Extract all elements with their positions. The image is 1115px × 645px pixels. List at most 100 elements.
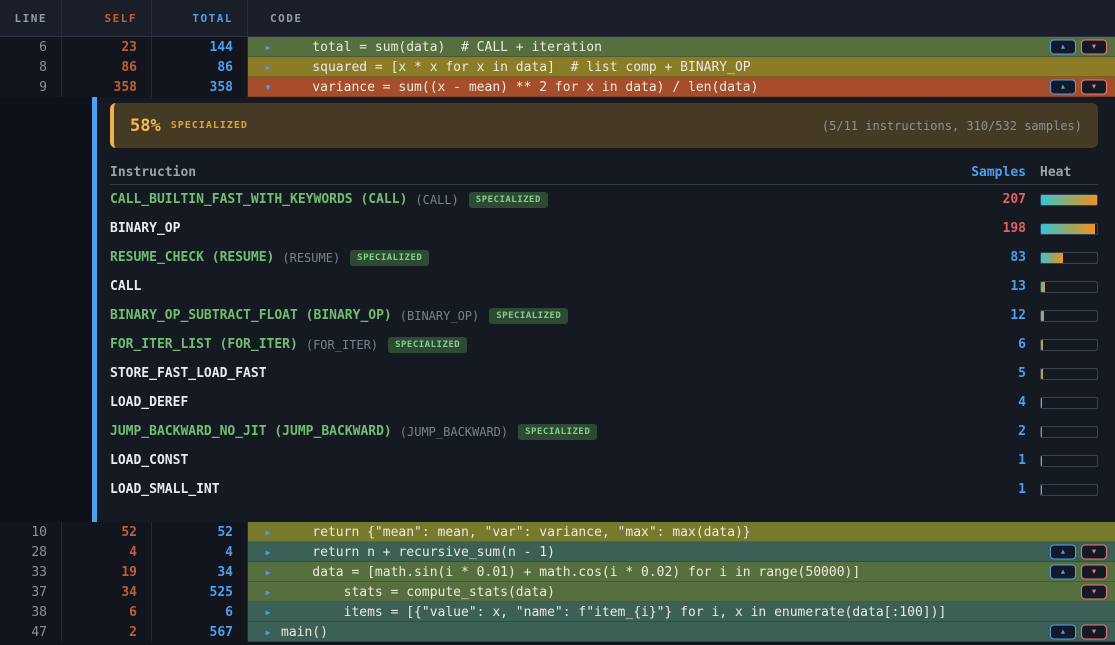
- code-text: items = [{"value": x, "name": f"item_{i}…: [281, 605, 946, 620]
- instruction-row: LOAD_CONST1: [110, 446, 1098, 475]
- sample-count: 6: [946, 337, 1026, 352]
- column-header-self[interactable]: SELF: [62, 0, 152, 36]
- heat-bar-fill: [1041, 311, 1044, 321]
- heat-bar-fill: [1041, 195, 1097, 205]
- total-samples: 144: [152, 37, 248, 57]
- instruction-base-name: (CALL): [415, 193, 458, 207]
- total-samples: 6: [152, 602, 248, 622]
- total-samples: 34: [152, 562, 248, 582]
- column-header-samples[interactable]: Samples: [946, 165, 1026, 180]
- total-samples: 52: [152, 522, 248, 542]
- instruction-row: CALL13: [110, 272, 1098, 301]
- heat-bar-fill: [1041, 369, 1043, 379]
- code-row-line-33: 331934▶ data = [math.sin(i * 0.01) + mat…: [0, 562, 1115, 582]
- specialized-badge: SPECIALIZED: [489, 308, 568, 324]
- sample-count: 12: [946, 308, 1026, 323]
- expand-arrow-icon[interactable]: ▶: [255, 608, 281, 617]
- column-header-line[interactable]: LINE: [0, 0, 62, 36]
- self-samples: 2: [62, 622, 152, 642]
- code-cell[interactable]: ▶ items = [{"value": x, "name": f"item_{…: [248, 602, 1115, 622]
- line-number: 9: [0, 77, 62, 97]
- line-number: 37: [0, 582, 62, 602]
- heat-bar: [1040, 223, 1098, 235]
- expand-arrow-icon[interactable]: ▶: [255, 568, 281, 577]
- jump-down-button[interactable]: ▼: [1081, 625, 1107, 640]
- row-nav-buttons: ▲▼: [1050, 545, 1107, 560]
- heat-bar: [1040, 252, 1098, 264]
- code-text: return {"mean": mean, "var": variance, "…: [281, 525, 751, 540]
- collapse-arrow-icon[interactable]: ▼: [255, 83, 281, 92]
- heat-bar-fill: [1041, 456, 1042, 466]
- jump-down-button[interactable]: ▼: [1081, 585, 1107, 600]
- expand-arrow-icon[interactable]: ▶: [255, 63, 281, 72]
- code-cell[interactable]: ▶ squared = [x * x for x in data] # list…: [248, 57, 1115, 77]
- code-cell[interactable]: ▼ variance = sum((x - mean) ** 2 for x i…: [248, 77, 1115, 97]
- code-text: data = [math.sin(i * 0.01) + math.cos(i …: [281, 565, 860, 580]
- self-samples: 19: [62, 562, 152, 582]
- expand-arrow-icon[interactable]: ▶: [255, 548, 281, 557]
- jump-up-button[interactable]: ▲: [1050, 545, 1076, 560]
- instruction-name: LOAD_DEREF: [110, 395, 188, 410]
- expand-arrow-icon[interactable]: ▶: [255, 628, 281, 637]
- jump-down-button[interactable]: ▼: [1081, 545, 1107, 560]
- self-samples: 6: [62, 602, 152, 622]
- specialized-percent: 58%: [130, 116, 161, 136]
- jump-up-button[interactable]: ▲: [1050, 80, 1076, 95]
- code-cell[interactable]: ▶ return {"mean": mean, "var": variance,…: [248, 522, 1115, 542]
- self-samples: 52: [62, 522, 152, 542]
- profiler-window: LINE SELF TOTAL CODE 623144▶ total = sum…: [0, 0, 1115, 645]
- specialized-badge: SPECIALIZED: [388, 337, 467, 353]
- instruction-panel: 58% SPECIALIZED (5/11 instructions, 310/…: [0, 97, 1115, 522]
- instruction-name: BINARY_OP_SUBTRACT_FLOAT (BINARY_OP): [110, 308, 392, 323]
- total-samples: 358: [152, 77, 248, 97]
- jump-down-button[interactable]: ▼: [1081, 40, 1107, 55]
- column-header-instruction: Instruction: [110, 165, 946, 180]
- expand-arrow-icon[interactable]: ▶: [255, 43, 281, 52]
- heat-bar: [1040, 281, 1098, 293]
- code-cell[interactable]: ▶ data = [math.sin(i * 0.01) + math.cos(…: [248, 562, 1115, 582]
- heat-bar: [1040, 455, 1098, 467]
- column-header-heat: Heat: [1040, 165, 1098, 180]
- row-nav-buttons: ▲▼: [1050, 625, 1107, 640]
- code-cell[interactable]: ▶ return n + recursive_sum(n - 1)▲▼: [248, 542, 1115, 562]
- code-row-line-38: 3866▶ items = [{"value": x, "name": f"it…: [0, 602, 1115, 622]
- code-text: stats = compute_stats(data): [281, 585, 555, 600]
- heat-bar-fill: [1041, 224, 1095, 234]
- row-nav-buttons: ▲▼: [1050, 565, 1107, 580]
- code-cell[interactable]: ▶main()▲▼: [248, 622, 1115, 642]
- heat-bar: [1040, 484, 1098, 496]
- line-number: 28: [0, 542, 62, 562]
- row-nav-buttons: ▲▼: [1050, 40, 1107, 55]
- specialized-badge: SPECIALIZED: [469, 192, 548, 208]
- jump-up-button[interactable]: ▲: [1050, 625, 1076, 640]
- jump-up-button[interactable]: ▲: [1050, 565, 1076, 580]
- instruction-row: JUMP_BACKWARD_NO_JIT (JUMP_BACKWARD)(JUM…: [110, 417, 1098, 446]
- code-cell[interactable]: ▶ total = sum(data) # CALL + iteration▲▼: [248, 37, 1115, 57]
- code-cell[interactable]: ▶ stats = compute_stats(data) ▼: [248, 582, 1115, 602]
- instruction-name: BINARY_OP: [110, 221, 180, 236]
- instruction-base-name: (RESUME): [282, 251, 340, 265]
- sample-count: 207: [946, 192, 1026, 207]
- column-header-total[interactable]: TOTAL: [152, 0, 248, 36]
- code-row-line-47: 472567▶main()▲▼: [0, 622, 1115, 642]
- specialized-badge: SPECIALIZED: [518, 424, 597, 440]
- jump-down-button[interactable]: ▼: [1081, 565, 1107, 580]
- expand-arrow-icon[interactable]: ▶: [255, 528, 281, 537]
- line-number: 47: [0, 622, 62, 642]
- heat-bar-fill: [1041, 485, 1042, 495]
- total-samples: 86: [152, 57, 248, 77]
- total-samples: 567: [152, 622, 248, 642]
- code-text: squared = [x * x for x in data] # list c…: [281, 60, 751, 75]
- jump-down-button[interactable]: ▼: [1081, 80, 1107, 95]
- code-row-line-37: 3734525▶ stats = compute_stats(data)▼: [0, 582, 1115, 602]
- instruction-rows: CALL_BUILTIN_FAST_WITH_KEYWORDS (CALL)(C…: [110, 185, 1098, 504]
- heat-bar-fill: [1041, 427, 1042, 437]
- code-rows-bottom: 105252▶ return {"mean": mean, "var": var…: [0, 522, 1115, 642]
- column-header-code[interactable]: CODE: [248, 0, 1115, 36]
- instruction-name: LOAD_SMALL_INT: [110, 482, 220, 497]
- instruction-base-name: (JUMP_BACKWARD): [400, 425, 508, 439]
- jump-up-button[interactable]: ▲: [1050, 40, 1076, 55]
- expand-arrow-icon[interactable]: ▶: [255, 588, 281, 597]
- code-row-line-6: 623144▶ total = sum(data) # CALL + itera…: [0, 37, 1115, 57]
- line-number: 8: [0, 57, 62, 77]
